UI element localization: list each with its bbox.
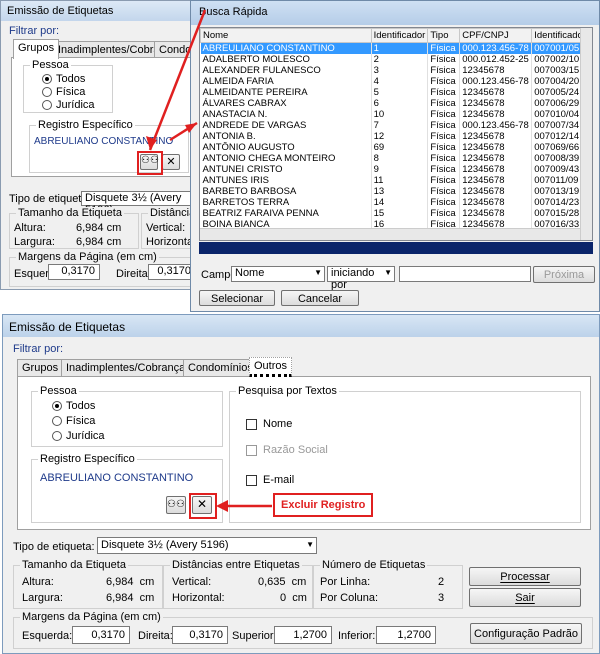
- coluna-value: 3: [438, 592, 445, 604]
- arrow-to-search-button: [148, 9, 207, 151]
- radio-dot: [52, 431, 62, 442]
- direita-input[interactable]: 0,3170: [172, 626, 228, 644]
- tab-grupos[interactable]: Grupos: [17, 359, 64, 376]
- radio-todos[interactable]: Todos: [52, 400, 95, 412]
- esquerda-input[interactable]: 0,3170: [72, 626, 130, 644]
- arrow-head: [216, 500, 228, 512]
- textos-caption: Pesquisa por Textos: [236, 385, 339, 397]
- horizontal-label: Horizontal:: [172, 592, 225, 604]
- unit: cm: [139, 592, 155, 604]
- coluna-label: Por Coluna:: [320, 592, 379, 604]
- linha-label: Por Linha:: [320, 576, 371, 588]
- annotation-arrow-bottom: [216, 500, 272, 512]
- checkbox: [246, 444, 257, 456]
- tamanho-group: Tamanho da Etiqueta Altura: 6,984 cm Lar…: [13, 559, 163, 609]
- horizontal-value: 0 cm: [280, 592, 307, 604]
- check-label: Razão Social: [263, 444, 328, 456]
- radio-juridica[interactable]: Jurídica: [52, 430, 105, 442]
- sair-button[interactable]: Sair: [469, 588, 581, 607]
- checkbox: [246, 418, 257, 430]
- distancias-caption: Distâncias entre Etiquetas: [170, 559, 302, 571]
- distancias-group: Distâncias entre Etiquetas Vertical: 0,6…: [163, 559, 313, 609]
- radio-fisica[interactable]: Física: [52, 415, 95, 427]
- chevron-down-icon: ▼: [306, 540, 314, 549]
- altura-label: Altura:: [22, 576, 54, 588]
- bottom-window-titlebar: Emissão de Etiquetas: [3, 315, 599, 337]
- processar-button[interactable]: Processar: [469, 567, 581, 586]
- radio-dot: [52, 416, 62, 427]
- superior-label: Superior:: [232, 630, 277, 642]
- vertical-value: 0,635 cm: [258, 576, 306, 588]
- radio-label: Jurídica: [66, 430, 105, 442]
- pessoa-group: Pessoa Todos Física Jurídica: [31, 385, 223, 447]
- tamanho-caption: Tamanho da Etiqueta: [20, 559, 128, 571]
- vertical-label: Vertical:: [172, 576, 212, 588]
- inferior-label: Inferior:: [338, 630, 376, 642]
- margens-group: Margens da Página (em cm) Esquerda: 0,31…: [13, 611, 593, 649]
- linha-value: 2: [438, 576, 445, 588]
- superior-input[interactable]: 1,2700: [274, 626, 332, 644]
- annotation-arrows-top: [146, 9, 207, 151]
- check-nome[interactable]: Nome: [246, 418, 292, 430]
- radio-dot: [52, 401, 62, 412]
- direita-label: Direita:: [138, 630, 173, 642]
- registro-caption: Registro Específico: [38, 453, 137, 465]
- check-label: Nome: [263, 418, 293, 430]
- config-padrao-button[interactable]: Configuração Padrão: [470, 623, 582, 644]
- largura-label: Largura:: [22, 592, 63, 604]
- window-title: Emissão de Etiquetas: [9, 320, 126, 334]
- filter-label: Filtrar por:: [13, 343, 64, 355]
- check-razao-social[interactable]: Razão Social: [246, 444, 328, 456]
- radio-label: Todos: [66, 400, 96, 412]
- unit: cm: [291, 576, 307, 588]
- tipo-value: Disquete 3½ (Avery 5196): [101, 539, 229, 551]
- unit: cm: [292, 592, 307, 604]
- value: 6,984: [106, 576, 134, 588]
- value: 6,984: [106, 592, 134, 604]
- pessoa-caption: Pessoa: [38, 385, 79, 397]
- esquerda-label: Esquerda:: [22, 630, 73, 642]
- margens-caption: Margens da Página (em cm): [20, 611, 163, 623]
- unit: cm: [139, 576, 155, 588]
- altura-value: 6,984 cm: [106, 576, 154, 588]
- tab-grupos[interactable]: Grupos: [13, 39, 60, 59]
- value: 0: [280, 592, 287, 604]
- tab-condominios[interactable]: Condomínios: [183, 359, 258, 376]
- value: 0,635: [258, 576, 286, 588]
- tab-outros[interactable]: Outros: [249, 357, 293, 377]
- largura-value: 6,984 cm: [106, 592, 154, 604]
- inferior-input[interactable]: 1,2700: [376, 626, 436, 644]
- numero-caption: Número de Etiquetas: [320, 559, 428, 571]
- numero-group: Número de Etiquetas Por Linha: 2 Por Col…: [313, 559, 463, 609]
- tab-inadimplentes[interactable]: Inadimplentes/Cobrança: [61, 359, 191, 376]
- radio-label: Física: [66, 415, 96, 427]
- arrow-head: [185, 123, 197, 133]
- tipo-label: Tipo de etiqueta:: [13, 541, 95, 553]
